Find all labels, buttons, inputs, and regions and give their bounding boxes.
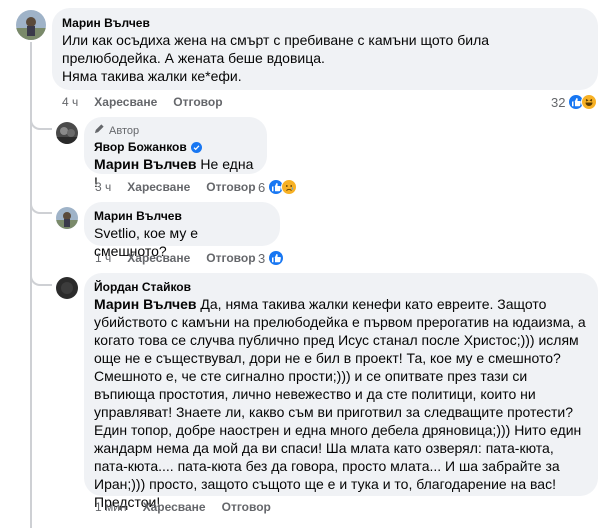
comment-time[interactable]: 1 мин	[95, 500, 127, 514]
like-button[interactable]: Харесване	[127, 180, 190, 194]
sad-reaction-icon	[281, 179, 298, 195]
reaction-summary[interactable]: 32	[551, 94, 598, 110]
thread-connector	[30, 116, 52, 130]
comment-author[interactable]: Явор Божанков	[94, 139, 255, 155]
like-button[interactable]: Харесване	[127, 251, 190, 265]
haha-reaction-icon	[581, 94, 598, 110]
reaction-summary[interactable]: 3	[258, 250, 285, 266]
comment-actions: 1 ч Харесване Отговор	[95, 251, 272, 265]
comment-bubble: Марин Вълчев Или как осъдиха жена на смъ…	[52, 8, 598, 90]
reply-button[interactable]: Отговор	[206, 180, 255, 194]
reaction-count: 32	[551, 94, 566, 110]
pen-icon	[94, 123, 105, 138]
comment-text: Марин Вълчев Да, няма такива жалки кенеф…	[94, 295, 586, 511]
like-button[interactable]: Харесване	[94, 95, 157, 109]
avatar[interactable]	[56, 207, 78, 229]
comment-time[interactable]: 4 ч	[62, 95, 78, 109]
mention-link[interactable]: Марин Вълчев	[94, 296, 197, 312]
reply-button[interactable]: Отговор	[173, 95, 222, 109]
thread-connector	[30, 200, 52, 214]
comment-author[interactable]: Йордан Стайков	[94, 279, 586, 295]
comment-body: Да, няма такива жалки кенефи като евреит…	[94, 296, 586, 510]
thread-connector	[30, 272, 52, 286]
reaction-count: 6	[258, 179, 266, 195]
reaction-summary[interactable]: 6	[258, 179, 298, 195]
reply-button[interactable]: Отговор	[222, 500, 271, 514]
avatar[interactable]	[56, 122, 78, 144]
comment-time[interactable]: 3 ч	[95, 180, 111, 194]
comment-bubble: Марин Вълчев Svetlio, кое му е смешното?	[84, 202, 280, 259]
comment-bubble: Автор Явор Божанков Марин Вълчев Не една…	[84, 117, 267, 190]
like-button[interactable]: Харесване	[143, 500, 206, 514]
reply-button[interactable]: Отговор	[206, 251, 255, 265]
avatar[interactable]	[16, 10, 46, 40]
comment-text: Или как осъдиха жена на смърт с пребиван…	[62, 32, 490, 84]
avatar[interactable]	[56, 277, 78, 299]
verified-badge-icon	[190, 141, 202, 153]
comment-author[interactable]: Марин Вълчев	[62, 15, 586, 31]
author-badge: Автор	[94, 123, 255, 138]
author-badge-label: Автор	[109, 124, 140, 137]
comment-author-name[interactable]: Явор Божанков	[94, 139, 187, 155]
comment-time[interactable]: 1 ч	[95, 251, 111, 265]
thread-line	[30, 42, 32, 528]
comment-actions: 4 ч Харесване Отговор	[62, 95, 239, 109]
comment-bubble: Йордан Стайков Марин Вълчев Да, няма так…	[84, 273, 598, 510]
like-reaction-icon	[268, 250, 285, 266]
comment-actions: 3 ч Харесване Отговор	[95, 180, 272, 194]
comment-actions: 1 мин Харесване Отговор	[95, 500, 287, 514]
comment-author[interactable]: Марин Вълчев	[94, 208, 268, 224]
mention-link[interactable]: Марин Вълчев	[94, 156, 197, 172]
reaction-count: 3	[258, 250, 266, 266]
